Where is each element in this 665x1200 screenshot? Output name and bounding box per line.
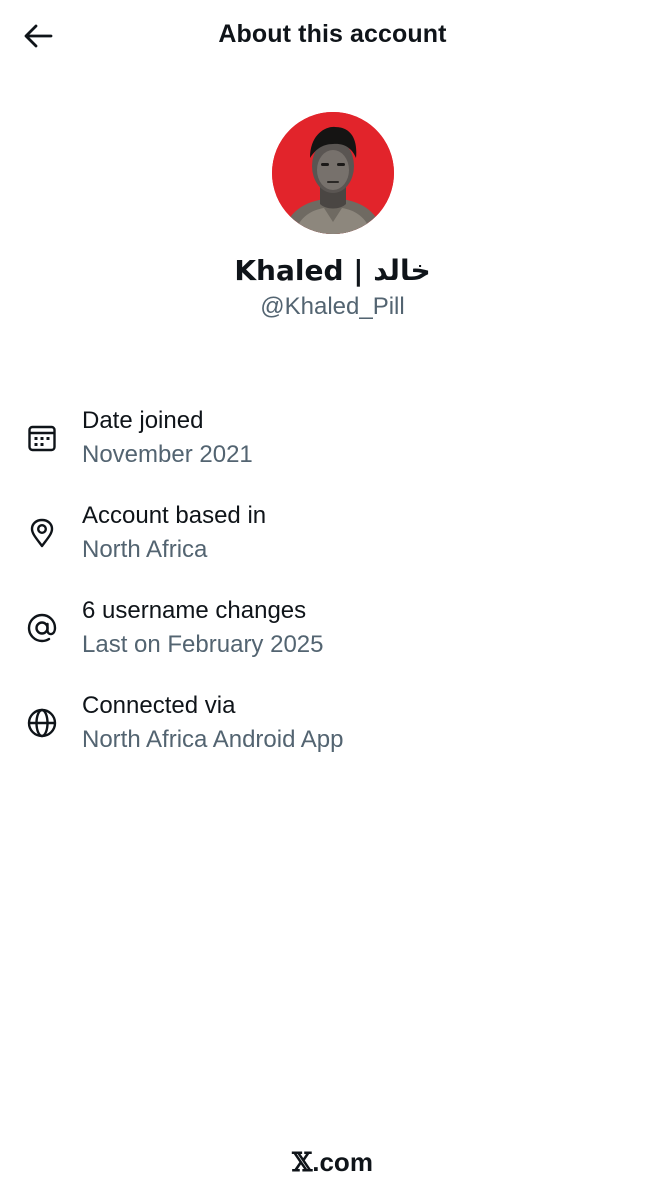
info-title: Connected via	[82, 692, 236, 719]
avatar[interactable]	[271, 112, 394, 234]
info-title: 6 username changes	[82, 597, 307, 624]
globe-icon	[27, 708, 57, 738]
at-sign-icon	[27, 613, 57, 643]
info-row-connected-via: Connected via North Africa Android App	[0, 685, 665, 780]
calendar-icon	[28, 425, 56, 452]
info-title: Account based in	[82, 502, 267, 529]
footer-brand: 𝕏.com	[0, 1147, 665, 1178]
info-value: North Africa Android App	[82, 726, 344, 753]
info-value: November 2021	[82, 441, 253, 468]
footer-domain: .com	[312, 1147, 373, 1177]
info-value: North Africa	[82, 536, 208, 563]
info-row-date-joined: Date joined November 2021	[0, 400, 665, 495]
top-bar: About this account	[0, 0, 665, 70]
page-title: About this account	[218, 20, 447, 48]
info-row-username-changes: 6 username changes Last on February 2025	[0, 590, 665, 685]
x-logo-icon: 𝕏	[292, 1148, 313, 1178]
info-title: Date joined	[82, 407, 204, 434]
display-name: Khaled | خالد	[234, 254, 431, 287]
info-row-account-location: Account based in North Africa	[0, 495, 665, 590]
info-value: Last on February 2025	[82, 631, 324, 658]
profile-summary: Khaled | خالد @Khaled_Pill	[0, 112, 665, 321]
avatar-portrait	[271, 112, 394, 234]
about-account-page: About this account Khaled | خالد @Khaled…	[0, 0, 665, 1200]
username-handle: @Khaled_Pill	[260, 293, 405, 320]
location-pin-icon	[30, 518, 54, 548]
account-info-list: Date joined November 2021 Account based …	[0, 400, 665, 780]
